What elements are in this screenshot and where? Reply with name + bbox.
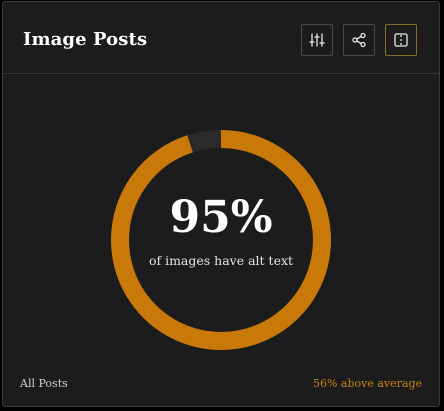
gauge-value: 95% (169, 192, 273, 243)
share-icon (351, 32, 367, 48)
share-button[interactable] (343, 24, 375, 56)
image-posts-card: Image Posts 95% of images have alt text … (2, 1, 440, 407)
footer-comparison-label: 56% above average (312, 377, 422, 390)
alt-text-gauge: 95% of images have alt text (110, 129, 332, 351)
gauge-center: 95% of images have alt text (110, 129, 332, 351)
filter-settings-icon (309, 32, 325, 48)
split-view-icon (393, 32, 409, 48)
gauge-caption: of images have alt text (148, 253, 294, 268)
split-view-button[interactable] (385, 24, 417, 56)
card-header: Image Posts (3, 2, 439, 74)
footer-scope-label: All Posts (20, 377, 68, 390)
card-title: Image Posts (23, 29, 148, 50)
filter-settings-button[interactable] (301, 24, 333, 56)
